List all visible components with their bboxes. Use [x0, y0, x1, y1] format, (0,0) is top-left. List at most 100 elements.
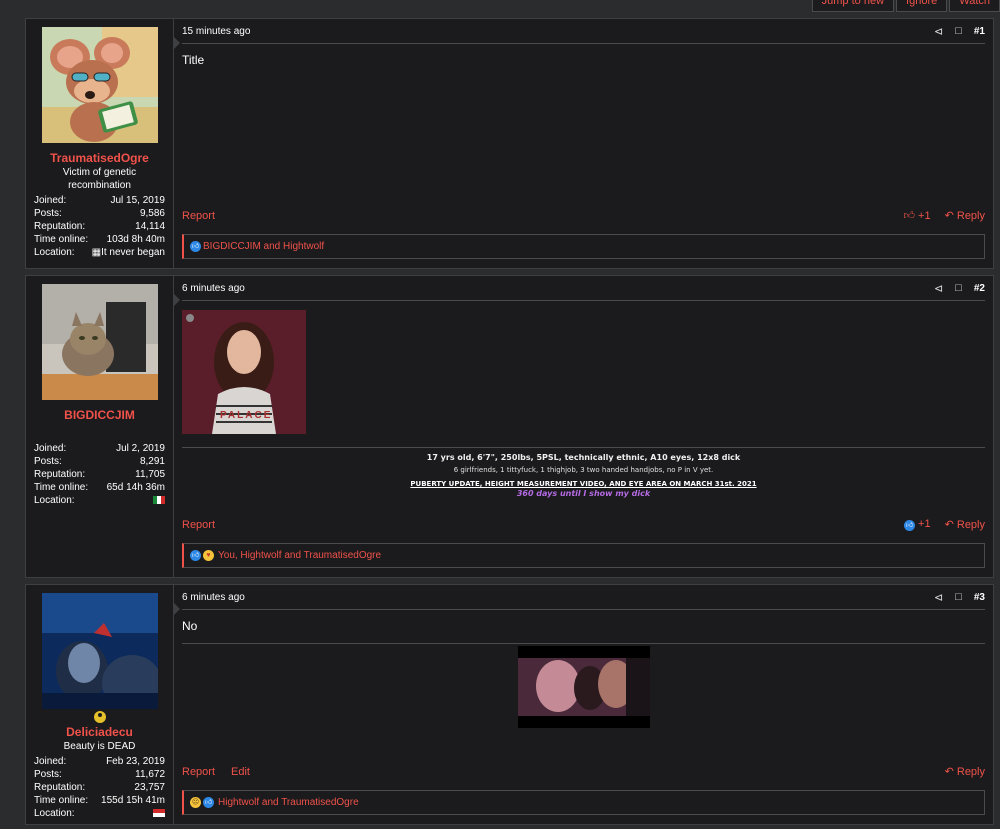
reactions-bar[interactable]: 👍︎ BIGDICCJIM and Hightwolf	[182, 234, 985, 259]
reply-label: Reply	[956, 519, 985, 531]
indonesia-flag-icon	[153, 809, 165, 817]
stat-label: Location:	[34, 247, 75, 258]
stat-label: Joined:	[34, 756, 67, 767]
stat-value: 11,672	[135, 769, 165, 780]
thread-toolbar: Jump to new Ignore Watch	[810, 0, 1000, 12]
post-time[interactable]: 15 minutes ago	[182, 26, 250, 37]
stat-label: Reputation:	[34, 221, 86, 232]
user-info: BIGDICCJIM Joined: Jul 2, 2019 Posts: 8,29…	[26, 276, 180, 577]
reply-icon: ↶	[944, 519, 954, 531]
user-stats: Joined: Jul 15, 2019 Posts: 9,586 Reputati…	[34, 194, 165, 259]
reactions-bar[interactable]: ☹ 👍︎ Hightwolf and TraumatisedOgre	[182, 790, 985, 815]
report-link[interactable]: Report	[182, 210, 215, 222]
signature-link[interactable]: PUBERTY UPDATE, HEIGHT MEASUREMENT VIDEO…	[182, 480, 985, 488]
stat-location: Location:	[34, 494, 165, 507]
post-2: BIGDICCJIM Joined: Jul 2, 2019 Posts: 8,29…	[25, 275, 994, 578]
edit-link[interactable]: Edit	[231, 766, 250, 778]
stat-location: Location: ▦It never began	[34, 246, 165, 259]
stat-posts: Posts: 9,586	[34, 207, 165, 220]
like-reaction-icon: 👍︎	[190, 241, 201, 252]
user-title: Victim of genetic recombination	[62, 167, 137, 191]
post-content: 6 minutes ago ⊲ □ #3 No Report Edit ↶ Re…	[174, 585, 993, 824]
reactions-text[interactable]: BIGDICCJIM and Hightwolf	[203, 241, 324, 252]
stat-value: It never began	[101, 247, 165, 258]
stat-joined: Joined: Jul 15, 2019	[34, 194, 165, 207]
reactions-bar[interactable]: 👍︎ ♥ You, Hightwolf and TraumatisedOgre	[182, 543, 985, 568]
avatar[interactable]	[41, 593, 158, 709]
bookmark-icon[interactable]: □	[955, 591, 962, 603]
stat-posts: Posts: 11,672	[34, 768, 165, 781]
post-actions: Report 👍︎ +1 ↶ Reply	[182, 518, 985, 531]
report-link[interactable]: Report	[182, 766, 215, 778]
post-number[interactable]: #3	[974, 592, 985, 603]
stat-label: Location:	[34, 808, 75, 819]
jump-to-new-button[interactable]: Jump to new	[811, 0, 895, 12]
stat-label: Posts:	[34, 456, 62, 467]
post-image[interactable]: PALACE	[182, 310, 306, 434]
reactions-text[interactable]: Hightwolf and TraumatisedOgre	[218, 797, 359, 808]
stat-value: Jul 15, 2019	[110, 195, 166, 206]
like-button[interactable]: 👍︎ +1	[903, 518, 931, 531]
stat-label: Posts:	[34, 208, 62, 219]
image-caption: PALACE	[220, 410, 273, 421]
broken-image-icon: ▦It never began	[91, 247, 165, 258]
stat-label: Time online:	[34, 795, 89, 806]
post-number[interactable]: #2	[974, 283, 985, 294]
avatar[interactable]	[41, 284, 158, 400]
post-video-thumbnail[interactable]	[517, 646, 650, 728]
watch-button[interactable]: Watch	[949, 0, 1000, 12]
stat-value: 14,114	[135, 221, 165, 232]
avatar[interactable]	[41, 27, 158, 143]
stat-label: Location:	[34, 495, 75, 506]
reply-icon: ↶	[944, 766, 954, 778]
stat-value: Feb 23, 2019	[106, 756, 165, 767]
share-icon[interactable]: ⊲	[934, 591, 943, 604]
like-count: +1	[918, 210, 931, 222]
user-stats: Joined: Feb 23, 2019 Posts: 11,672 Reputat…	[34, 755, 165, 820]
stat-time-online: Time online: 155d 15h 41m	[34, 794, 165, 807]
reply-button[interactable]: ↶ Reply	[945, 209, 985, 222]
username[interactable]: BIGDICCJIM	[34, 408, 165, 422]
post-body: No	[182, 619, 198, 633]
post-time[interactable]: 6 minutes ago	[182, 592, 245, 603]
reply-button[interactable]: ↶ Reply	[945, 765, 985, 778]
username[interactable]: Deliciadecu	[34, 725, 165, 739]
post-content: 6 minutes ago ⊲ □ #2 PALACE 17 yrs old, …	[174, 276, 993, 577]
thumbs-up-icon: 👍︎	[903, 210, 915, 222]
stat-reputation: Reputation: 11,705	[34, 468, 165, 481]
ignore-button[interactable]: Ignore	[896, 0, 948, 12]
signature-line: 360 days until I show my dick	[516, 489, 651, 498]
reply-icon: ↶	[944, 210, 954, 222]
post-actions: Report Edit ↶ Reply	[182, 765, 985, 779]
stat-label: Time online:	[34, 234, 89, 245]
user-title: Beauty is DEAD	[63, 741, 136, 752]
reply-button[interactable]: ↶ Reply	[945, 518, 985, 531]
like-button[interactable]: 👍︎ +1	[903, 209, 930, 222]
stat-value: 11,705	[135, 469, 165, 480]
post-time[interactable]: 6 minutes ago	[182, 283, 245, 294]
post-number[interactable]: #1	[974, 26, 985, 37]
user-info: Deliciadecu Beauty is DEAD Joined: Feb 23…	[26, 585, 180, 824]
stat-value: 103d 8h 40m	[106, 234, 165, 245]
love-reaction-icon: ♥	[203, 550, 214, 561]
stat-value: Jul 2, 2019	[116, 443, 165, 454]
username[interactable]: TraumatisedOgre	[34, 151, 165, 165]
stat-label: Posts:	[34, 769, 62, 780]
post-3: Deliciadecu Beauty is DEAD Joined: Feb 23…	[25, 584, 994, 825]
online-status-icon	[93, 711, 106, 723]
stat-value: 65d 14h 36m	[106, 482, 165, 493]
user-stats: Joined: Jul 2, 2019 Posts: 8,291 Reputatio…	[34, 442, 165, 507]
stat-posts: Posts: 8,291	[34, 455, 165, 468]
post-meta: 6 minutes ago ⊲ □ #2	[182, 276, 985, 301]
stat-label: Reputation:	[34, 782, 86, 793]
share-icon[interactable]: ⊲	[934, 282, 943, 295]
reactions-text[interactable]: You, Hightwolf and TraumatisedOgre	[218, 550, 381, 561]
report-link[interactable]: Report	[182, 519, 215, 531]
bookmark-icon[interactable]: □	[955, 282, 962, 294]
post-meta: 15 minutes ago ⊲ □ #1	[182, 19, 985, 44]
share-icon[interactable]: ⊲	[934, 25, 943, 38]
signature: 17 yrs old, 6'7", 250lbs, 5PSL, technica…	[182, 447, 985, 498]
like-reaction-icon: 👍︎	[190, 550, 201, 561]
bookmark-icon[interactable]: □	[955, 25, 962, 37]
post-actions: Report 👍︎ +1 ↶ Reply	[182, 209, 985, 223]
